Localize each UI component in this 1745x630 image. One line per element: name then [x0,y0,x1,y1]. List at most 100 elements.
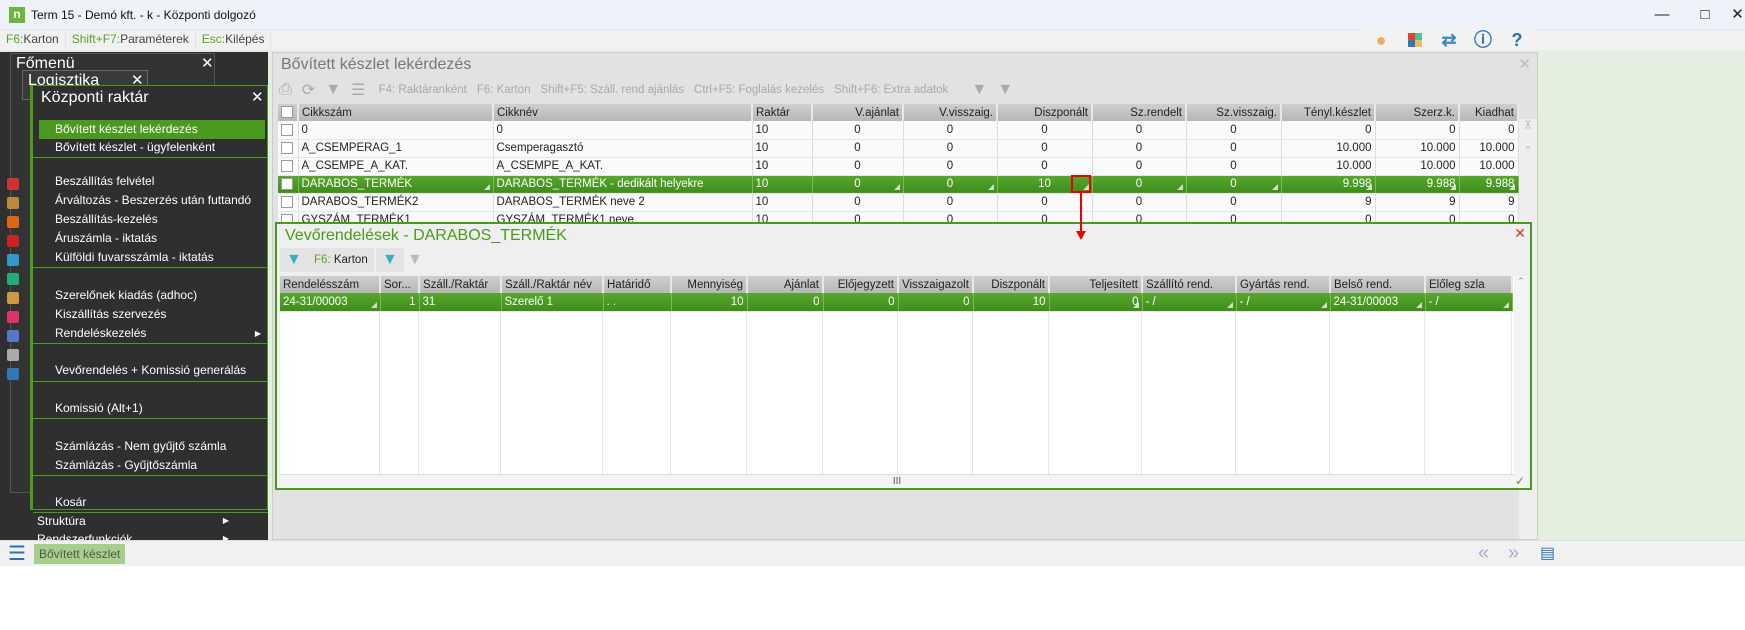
menu-item[interactable]: Beszállítás-kezelés [39,210,265,229]
column-header[interactable]: Határidő [603,276,672,293]
menu-item[interactable]: Beszállítás felvétel [39,172,265,191]
toolbar-action[interactable]: F4: Raktáranként [379,84,467,96]
column-header[interactable]: Diszponált [997,104,1093,121]
column-header[interactable]: Cikkszám [298,104,494,121]
table-row[interactable]: DARABOS_TERMÉK2 DARABOS_TERMÉK neve 2 10 0 0… [278,193,1519,212]
document-icon[interactable]: ▤ [1540,543,1555,563]
column-header[interactable]: Tényl.készlet [1281,104,1376,121]
column-header[interactable]: Szállító rend. [1142,276,1237,293]
filter-icon[interactable]: ▼ [325,81,341,99]
refresh-icon[interactable]: ⟳ [302,80,315,100]
toolbar-action[interactable]: F6: Karton [477,84,531,96]
user-icon[interactable]: ● [1364,29,1398,51]
close-icon[interactable]: ✕ [1518,55,1531,73]
column-header[interactable]: Belső rend. [1330,276,1426,293]
column-header[interactable]: Teljesített [1049,276,1143,293]
swap-arrows-icon[interactable]: ⇄ [1432,29,1466,51]
table-row[interactable]: A_CSEMPE_A_KAT. A_CSEMPE_A_KAT. 10 0 0 0 0 0 10.… [278,157,1519,176]
column-header[interactable]: Sz.visszaig. [1186,104,1282,121]
column-header[interactable]: Raktár [752,104,813,121]
filter-columns-icon[interactable]: ▼ [971,81,987,99]
column-header[interactable]: Szerz.k. [1375,104,1460,121]
table-cell: 0 [997,121,1093,140]
horizontal-scrollbar[interactable]: III [280,474,1514,488]
table-row[interactable]: 0 0 10 0 0 0 0 0 0 0 0 [278,121,1519,140]
minimize-button[interactable]: — [1644,4,1680,26]
row-checkbox[interactable] [278,157,299,176]
column-header[interactable]: Sor... [380,276,420,293]
karton-button[interactable]: F6: Karton [308,248,374,272]
column-header[interactable]: V.ajánlat [812,104,904,121]
table-cell: 10 [752,175,813,194]
table-row[interactable]: A_CSEMPERAG_1 Csemperagasztó 10 0 0 0 0 0 10.000… [278,139,1519,158]
column-header[interactable]: Visszaigazolt [898,276,974,293]
filter-icon[interactable]: ▼ [280,248,308,272]
toolbar-action[interactable]: Ctrl+F5: Foglalás kezelés [694,84,824,96]
table-cell: 10 [752,139,813,158]
apps-grid-icon[interactable] [1398,29,1432,51]
menu-module-icon [7,254,19,266]
fkey-2[interactable]: Esc:Kilépés [196,30,272,50]
select-all-checkbox[interactable] [278,104,299,121]
row-checkbox[interactable] [278,193,299,212]
menu-item[interactable]: Vevőrendelés + Komissió generálás [39,361,265,380]
close-window-button[interactable]: ✕ [1730,4,1745,26]
close-icon[interactable]: ✕ [251,88,264,106]
column-header[interactable]: Cikknév [493,104,753,121]
column-header[interactable]: V.visszaig. [903,104,998,121]
column-header[interactable]: Rendelésszám [280,276,381,293]
menu-item[interactable]: Számlázás - Nem gyűjtő számla [39,437,265,456]
menu-item[interactable]: Bővített készlet lekérdezés [39,120,265,139]
list-icon[interactable]: ☰ [351,80,365,100]
column-header[interactable]: Diszponált [973,276,1050,293]
table-cell: 9 [1375,193,1460,212]
confirm-check-icon[interactable]: ✓ [1515,474,1525,488]
column-header[interactable]: Száll./Raktár név [501,276,604,293]
table-cell: - / [1142,293,1237,312]
fkey-1[interactable]: Shift+F7:Paraméterek [66,30,196,50]
next-icon[interactable]: » [1508,542,1519,565]
menu-item-struktura[interactable]: Struktúra ▶ [11,512,231,530]
menu-item[interactable]: Komissió (Alt+1) [39,399,265,418]
close-icon[interactable]: ✕ [201,54,214,72]
filter-columns-icon[interactable]: ▼ [376,248,404,272]
row-checkbox[interactable] [278,175,299,194]
menu-item[interactable]: Szerelőnek kiadás (adhoc) [39,286,265,305]
toolbar-action[interactable]: Shift+F6: Extra adatok [834,84,948,96]
open-tab[interactable]: Bővített készlet [34,544,126,564]
row-checkbox[interactable] [278,139,299,158]
row-checkbox[interactable] [278,121,299,140]
maximize-button[interactable]: □ [1687,4,1723,26]
hamburger-menu-icon[interactable]: ☰ [8,544,26,564]
menu-item[interactable]: Bővített készlet - ügyfelenként [39,138,265,157]
menu-item[interactable]: Rendeléskezelés ▶ [39,324,265,343]
previous-icon[interactable]: « [1478,542,1489,565]
table-cell: 24-31/00003 [280,293,381,312]
column-header[interactable]: Sz.rendelt [1092,104,1187,121]
menu-item[interactable]: Számlázás - Gyűjtőszámla [39,456,265,475]
fkey-0[interactable]: F6:Karton [0,30,66,50]
table-row[interactable]: DARABOS_TERMÉK DARABOS_TERMÉK - dedikált … [278,175,1519,194]
table-cell: 0 [1186,193,1282,212]
clear-filter-icon[interactable]: ▼ [401,248,429,272]
menu-item[interactable]: Kosár [39,493,265,512]
column-header[interactable]: Ajánlat [747,276,824,293]
column-header[interactable]: Előleg szla [1425,276,1513,293]
table-row[interactable]: 24-31/00003 1 31 Szerelő 1. . 10 0 0 0 10 0- / - /… [280,293,1513,312]
vertical-scrollbar[interactable]: ⌃ [1514,276,1528,488]
column-header[interactable]: Előjegyzett [823,276,899,293]
print-icon[interactable]: ⎙ [279,81,292,99]
column-header[interactable]: Száll./Raktár [419,276,502,293]
menu-item[interactable]: Kiszállítás szervezés [39,305,265,324]
menu-item[interactable]: Árváltozás - Beszerzés után futtandó [39,191,265,210]
toolbar-action[interactable]: Shift+F5: Száll. rend ajánlás [541,84,685,96]
help-icon[interactable]: ? [1500,29,1534,51]
column-header[interactable]: Kiadhat [1459,104,1519,121]
column-header[interactable]: Gyártás rend. [1236,276,1331,293]
info-icon[interactable]: ⓘ [1466,29,1500,51]
close-icon[interactable]: ✕ [1514,225,1526,242]
clear-filter-icon[interactable]: ▼ [997,81,1013,99]
menu-item[interactable]: Áruszámla - iktatás [39,229,265,248]
menu-item[interactable]: Külföldi fuvarsszámla - iktatás [39,248,265,267]
column-header[interactable]: Mennyiség [671,276,748,293]
